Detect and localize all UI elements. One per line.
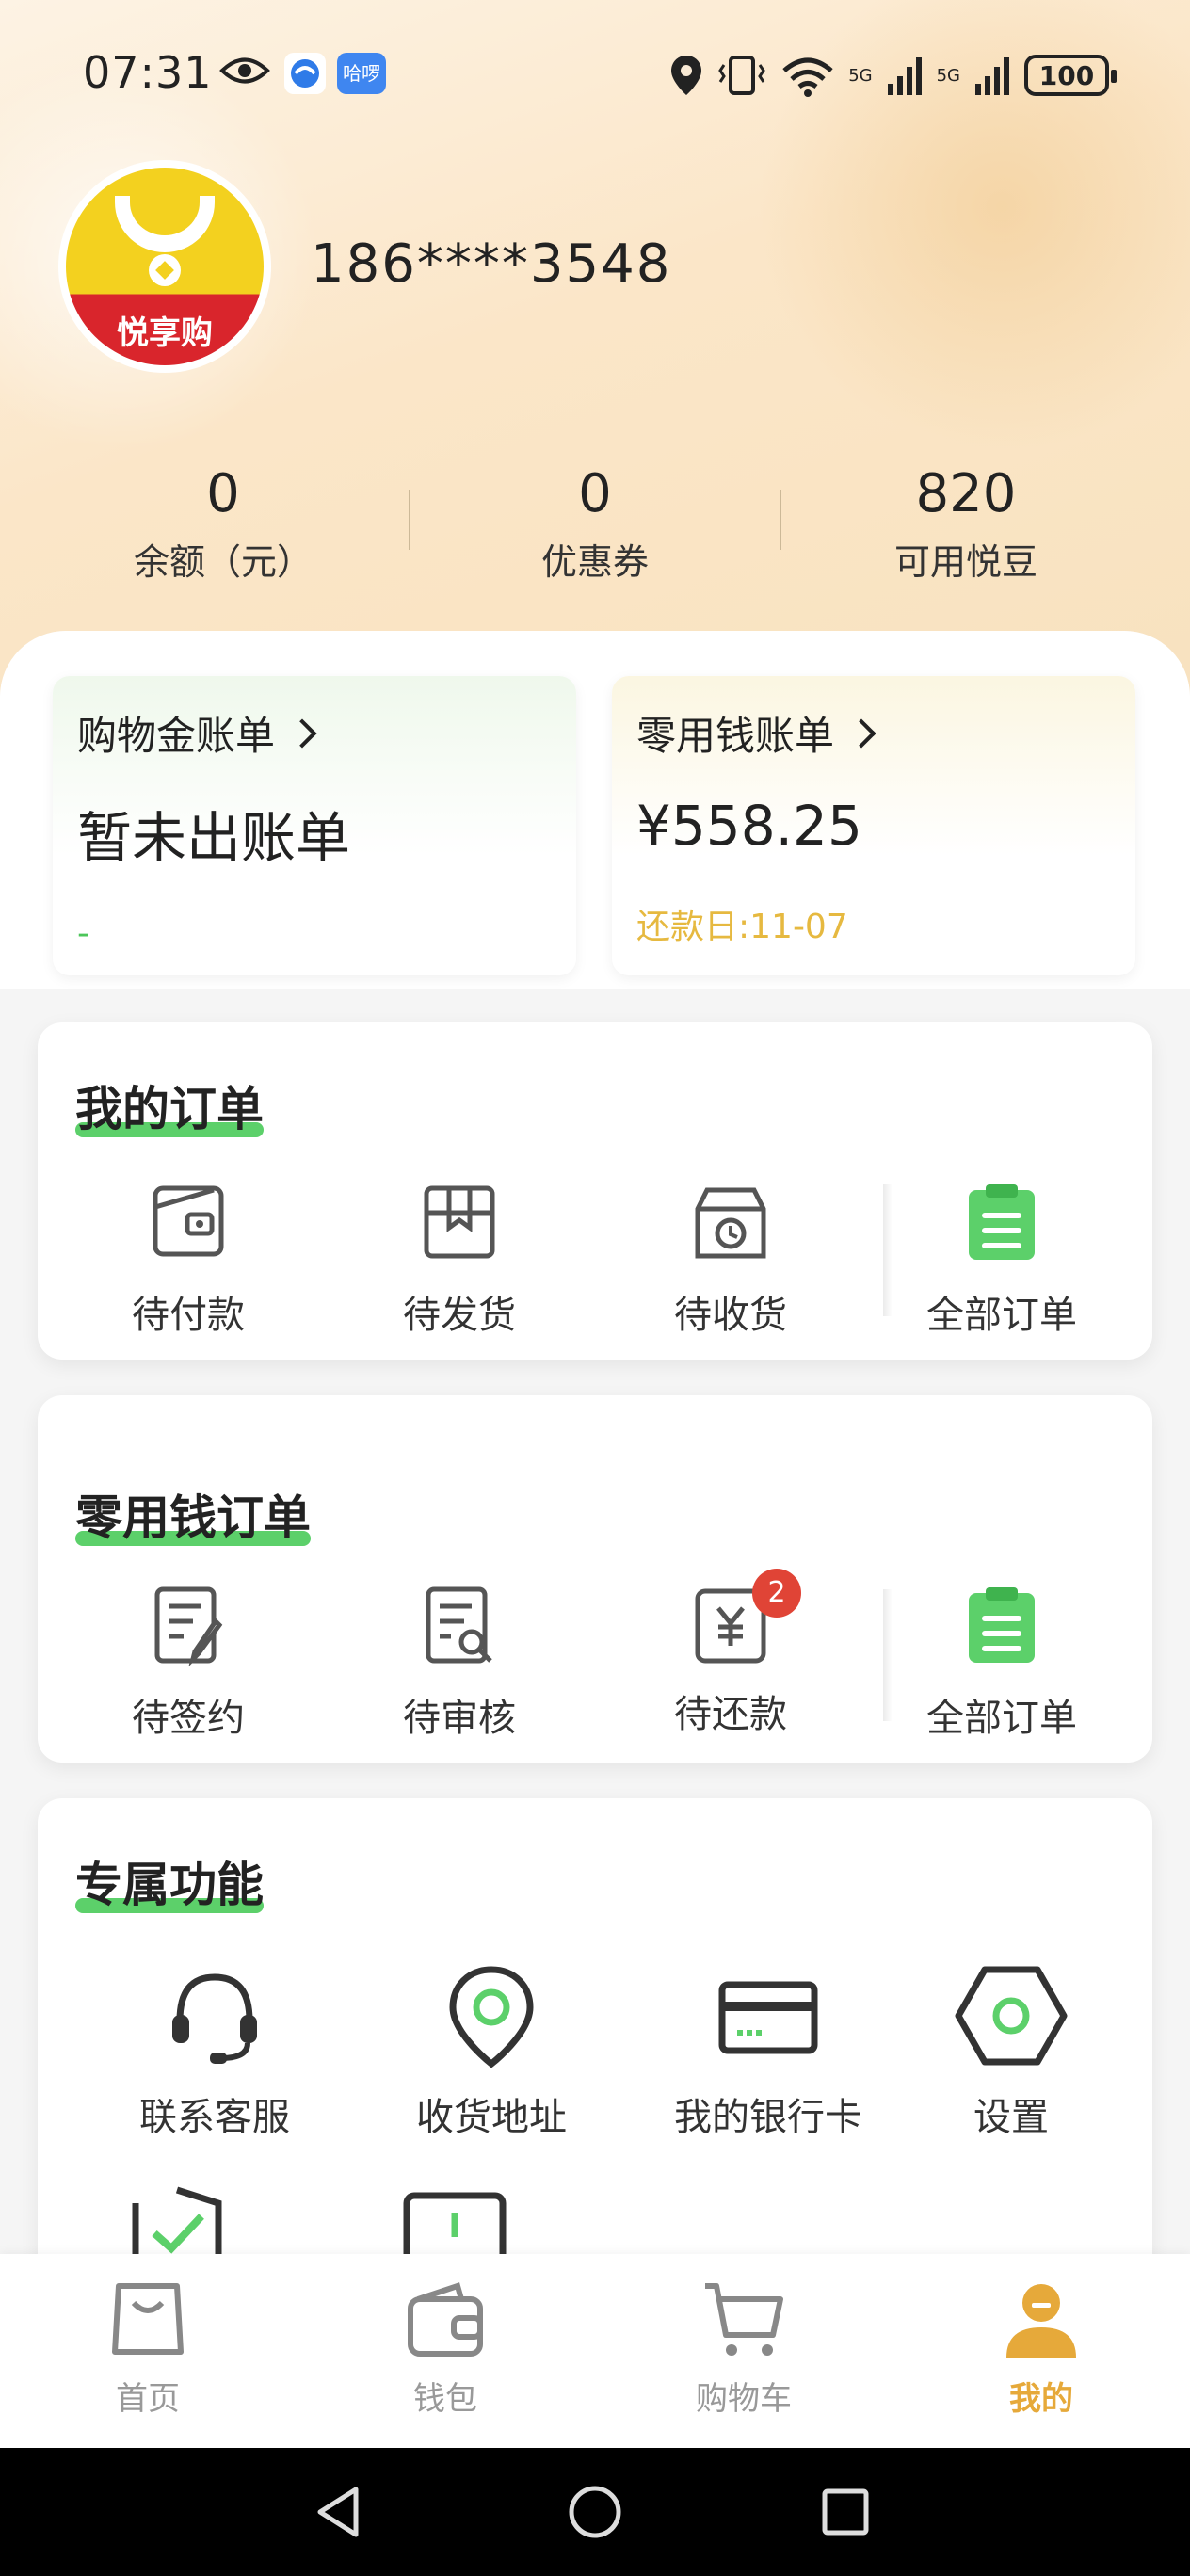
order-pending-repayment[interactable]: 2 待还款: [618, 1569, 844, 1738]
avatar-brand-text: 悦享购: [117, 314, 213, 352]
shopping-bag-icon: [112, 2283, 184, 2355]
all-orders[interactable]: 全部订单: [889, 1181, 1115, 1339]
settings[interactable]: 设置: [860, 1964, 1162, 2141]
cart-icon: [705, 2283, 783, 2356]
stat-label: 可用悦豆: [893, 541, 1037, 583]
tab-wallet[interactable]: 钱包: [332, 2277, 558, 2419]
network-type-2: 5G: [936, 65, 960, 86]
stat-balance[interactable]: 0 余额（元）: [82, 461, 364, 585]
bill-status: 暂未出账单: [77, 806, 351, 870]
order-label: 待签约: [132, 1697, 245, 1740]
account-stats: 0 余额（元） 0 优惠券 820 可用悦豆: [0, 461, 1190, 593]
tab-mine[interactable]: 我的: [928, 2277, 1154, 2419]
status-bar: 07:31 哈啰 5G 5G 100: [0, 0, 1190, 151]
feature-label: 设置: [973, 2096, 1049, 2139]
system-navigation-bar: [0, 2448, 1190, 2576]
divider: [409, 490, 410, 550]
signal-icon-2: [975, 57, 1009, 95]
avatar[interactable]: 悦享购: [58, 160, 271, 373]
notification-badge: 2: [752, 1569, 801, 1618]
location-icon: [671, 56, 702, 95]
clipboard-icon: [969, 1587, 1035, 1663]
repayment-date: 还款日:11-07: [636, 908, 848, 946]
chevron-right-icon: [846, 717, 876, 749]
tab-label: 首页: [116, 2380, 180, 2418]
tab-label: 购物车: [696, 2380, 792, 2418]
order-pending-shipment[interactable]: 待发货: [346, 1181, 572, 1339]
hellobike-notification-icon: 哈啰: [337, 53, 386, 94]
pocket-bill-card[interactable]: 零用钱账单 ¥558.25 还款日:11-07: [612, 676, 1135, 975]
tab-home[interactable]: 首页: [35, 2277, 261, 2419]
divider: [780, 490, 781, 550]
feature-label: 收货地址: [416, 2096, 567, 2139]
stat-value: 820: [915, 463, 1017, 524]
stat-label: 余额（元）: [133, 541, 313, 583]
battery-icon: 100: [1024, 55, 1117, 96]
order-label: 全部订单: [926, 1294, 1077, 1337]
security-shield-icon[interactable]: [128, 2186, 226, 2262]
bill-title: 零用钱账单: [636, 713, 835, 759]
profile-icon: [1006, 2284, 1076, 2358]
contact-service[interactable]: 联系客服: [64, 1964, 365, 2141]
vibrate-icon: [718, 56, 765, 95]
location-pin-icon: [449, 1966, 534, 2069]
tab-cart[interactable]: 购物车: [631, 2277, 857, 2419]
order-pending-payment[interactable]: 待付款: [75, 1181, 301, 1339]
recents-icon[interactable]: [817, 2484, 874, 2540]
stat-value: 0: [578, 463, 612, 524]
tab-label: 钱包: [413, 2380, 477, 2418]
stat-coupons[interactable]: 0 优惠券: [454, 461, 736, 585]
order-label: 待审核: [403, 1697, 516, 1740]
features-card: 专属功能 联系客服 收货地址 我的银行卡 设置: [38, 1798, 1152, 2326]
order-label: 全部订单: [926, 1697, 1077, 1740]
box-icon: [424, 1185, 495, 1259]
document-icon[interactable]: [401, 2190, 508, 2262]
stat-label: 优惠券: [540, 541, 649, 583]
section-title: 我的订单: [75, 1082, 264, 1137]
order-pending-receipt[interactable]: 待收货: [618, 1181, 844, 1339]
status-time: 07:31: [83, 47, 213, 98]
headset-icon: [172, 1973, 257, 2064]
order-label: 待收货: [674, 1294, 787, 1337]
app-notification-icon: [284, 53, 326, 94]
wallet-icon: [153, 1185, 224, 1257]
wifi-icon: [782, 57, 833, 97]
bank-card-icon: [718, 1981, 818, 2054]
feature-label: 联系客服: [139, 2096, 290, 2139]
sign-document-icon: [154, 1586, 223, 1667]
order-label: 待还款: [674, 1693, 787, 1736]
my-orders-card: 我的订单 待付款 待发货 待收货 全部订单: [38, 1022, 1152, 1360]
bottom-tab-bar: 首页 钱包 购物车 我的: [0, 2254, 1190, 2448]
settings-hexagon-icon: [955, 1966, 1068, 2066]
stat-points[interactable]: 820 可用悦豆: [825, 461, 1107, 585]
bill-title: 购物金账单: [77, 713, 276, 759]
user-phone[interactable]: 186****3548: [311, 233, 671, 295]
all-pocket-orders[interactable]: 全部订单: [889, 1584, 1115, 1742]
review-document-icon: [426, 1586, 492, 1664]
section-title: 零用钱订单: [75, 1490, 311, 1546]
bill-sub: -: [77, 914, 89, 953]
shopping-bill-card[interactable]: 购物金账单 暂未出账单 -: [53, 676, 576, 975]
pocket-orders-card: 零用钱订单 待签约 待审核 2 待还款 全部订单: [38, 1395, 1152, 1763]
order-pending-review[interactable]: 待审核: [346, 1584, 572, 1742]
stat-value: 0: [206, 463, 240, 524]
bill-amount: ¥558.25: [636, 794, 862, 858]
tab-label: 我的: [1009, 2380, 1073, 2418]
section-title: 专属功能: [75, 1858, 264, 1913]
order-pending-signing[interactable]: 待签约: [75, 1584, 301, 1742]
network-type-1: 5G: [848, 65, 873, 86]
chevron-right-icon: [287, 717, 317, 749]
order-label: 待付款: [132, 1294, 245, 1337]
wallet-tab-icon: [408, 2282, 483, 2357]
order-label: 待发货: [403, 1294, 516, 1337]
back-icon[interactable]: [311, 2484, 367, 2540]
delivery-icon: [695, 1187, 766, 1259]
eye-icon: [219, 57, 270, 84]
shipping-address[interactable]: 收货地址: [341, 1964, 642, 2141]
clipboard-icon: [969, 1184, 1035, 1260]
home-icon[interactable]: [567, 2484, 623, 2540]
signal-icon: [887, 57, 922, 95]
brand-logo: 悦享购: [66, 168, 264, 365]
